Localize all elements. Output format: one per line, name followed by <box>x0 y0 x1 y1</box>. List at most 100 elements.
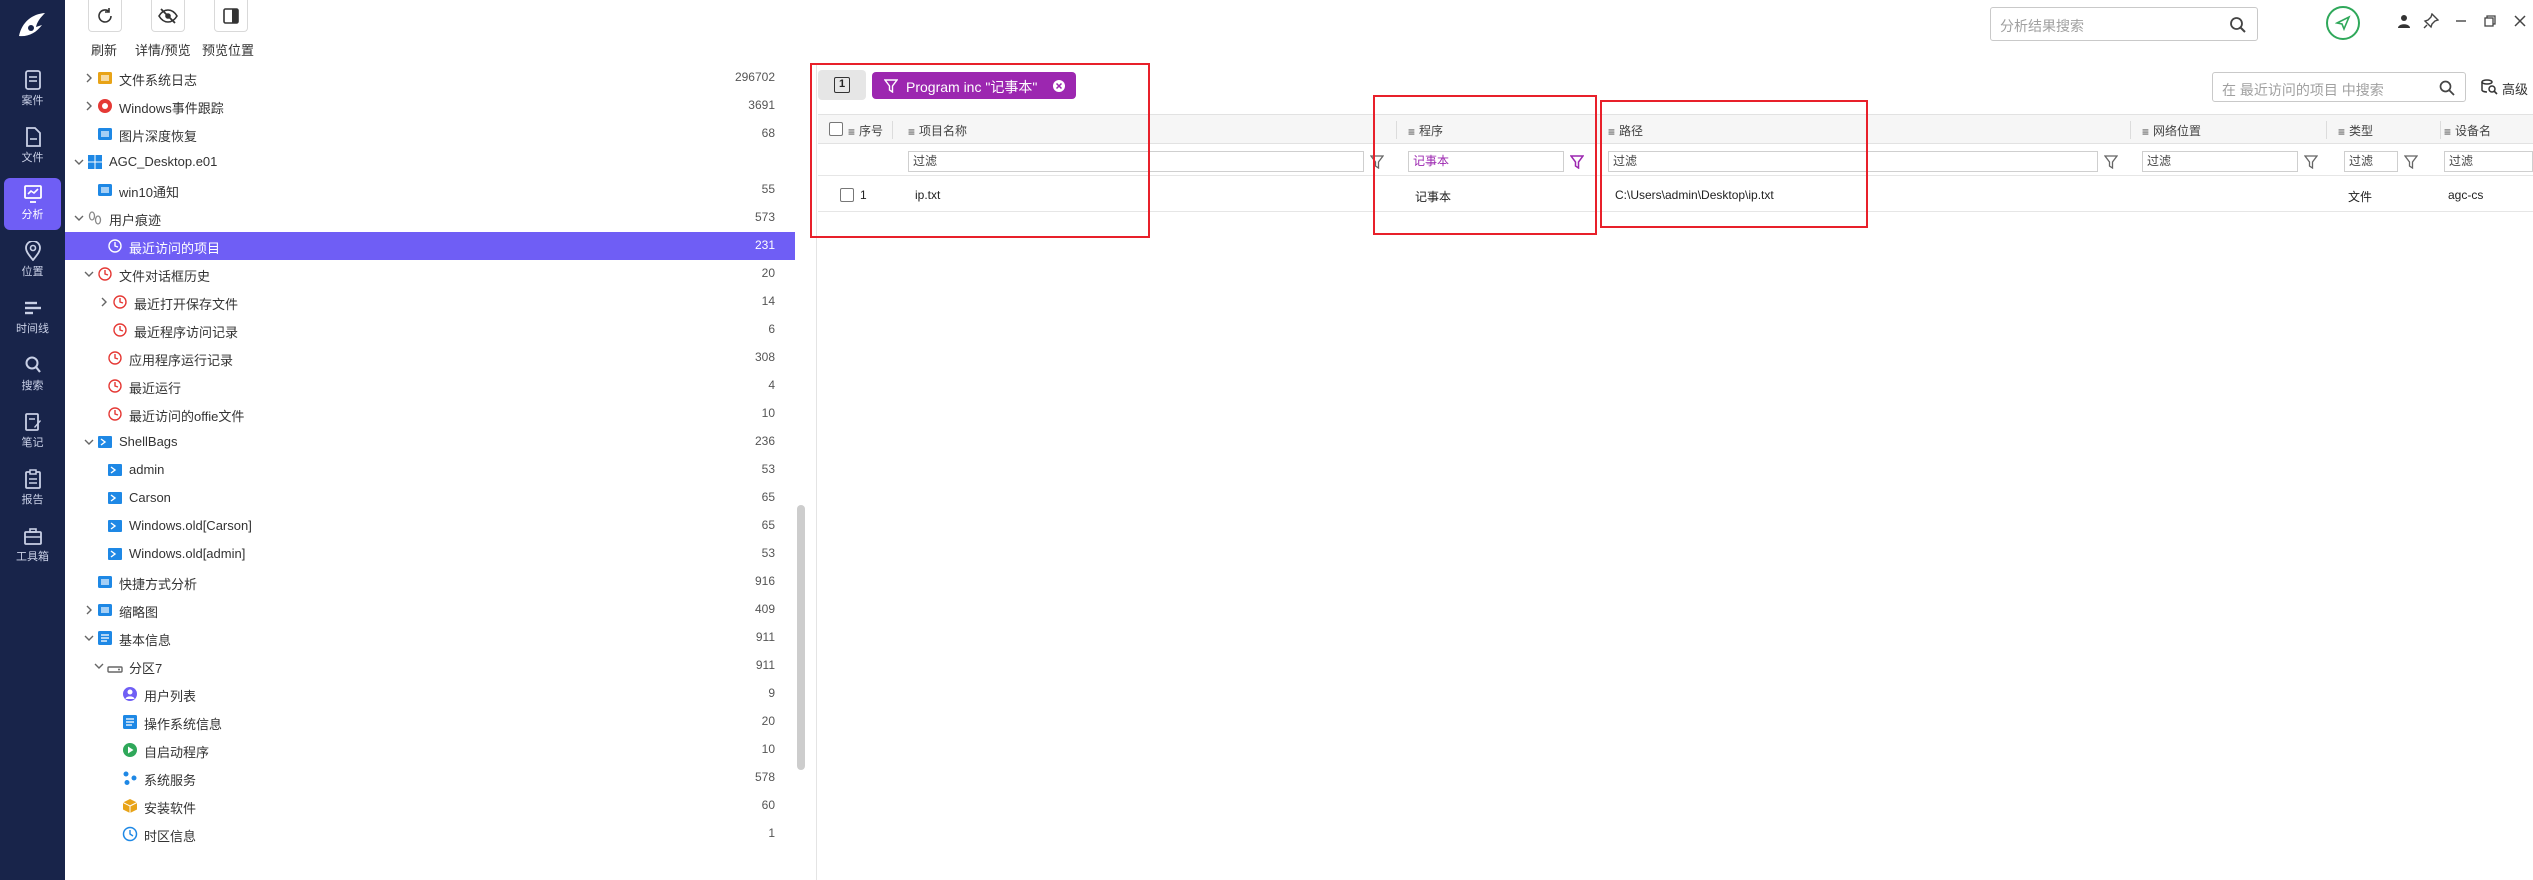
type-filter-input[interactable]: 过滤 <box>2344 151 2398 172</box>
tree-item[interactable]: Windows.old[admin] 53 <box>65 540 795 568</box>
nav-case[interactable]: 案件 <box>4 64 61 116</box>
tree-item[interactable]: 用户列表 9 <box>65 680 795 708</box>
tree-item-count: 296702 <box>734 70 775 84</box>
search-icon[interactable] <box>2229 16 2247 34</box>
chevron-down-icon[interactable] <box>73 156 85 168</box>
minimize-icon[interactable] <box>2453 13 2469 29</box>
chevron-down-icon[interactable] <box>83 436 95 448</box>
tree-item[interactable]: 自启动程序 10 <box>65 736 795 764</box>
search-icon[interactable] <box>2439 80 2455 96</box>
chevron-down-icon[interactable] <box>93 660 105 672</box>
details-preview-button[interactable] <box>151 0 185 32</box>
chevron-right-icon[interactable] <box>83 100 95 112</box>
nav-file[interactable]: 文件 <box>4 121 61 173</box>
tree-item-count: 4 <box>768 378 775 392</box>
filter-icon[interactable] <box>2104 155 2118 169</box>
tree-item-count: 14 <box>761 294 775 308</box>
chevron-down-icon[interactable] <box>73 212 85 224</box>
tree-item-count: 20 <box>761 266 775 280</box>
analysis-search-input[interactable]: 分析结果搜索 <box>1990 7 2258 41</box>
tree-item-label: Carson <box>129 490 171 505</box>
tree-item-label: 文件系统日志 <box>119 73 198 88</box>
tree-item[interactable]: 缩略图 409 <box>65 596 795 624</box>
nav-timeline[interactable]: 时间线 <box>4 292 61 344</box>
tree-item[interactable]: 基本信息 911 <box>65 624 795 652</box>
chevron-right-icon[interactable] <box>83 604 95 616</box>
tree-item[interactable]: Windows.old[Carson] 65 <box>65 512 795 540</box>
chevron-right-icon[interactable] <box>98 296 110 308</box>
column-separator[interactable] <box>2326 121 2327 139</box>
nav-analysis[interactable]: 分析 <box>4 178 61 230</box>
results-search-placeholder: 在 最近访问的项目 中搜索 <box>2222 82 2384 98</box>
tree-item[interactable]: 应用程序运行记录 308 <box>65 344 795 372</box>
tree-item[interactable]: 操作系统信息 20 <box>65 708 795 736</box>
tree-item[interactable]: 图片深度恢复 68 <box>65 120 795 148</box>
nav-notes[interactable]: 笔记 <box>4 406 61 458</box>
tree-item-label: 分区7 <box>129 661 163 676</box>
chevron-right-icon[interactable] <box>83 72 95 84</box>
tree-item[interactable]: 最近程序访问记录 6 <box>65 316 795 344</box>
tree-item[interactable]: 快捷方式分析 916 <box>65 568 795 596</box>
tree-item-count: 55 <box>761 182 775 196</box>
tree-item[interactable]: ShellBags 236 <box>65 428 795 456</box>
tree-item-count: 65 <box>761 490 775 504</box>
tree-item-label: 时区信息 <box>144 829 197 844</box>
nav-location[interactable]: 位置 <box>4 235 61 287</box>
results-search-input[interactable]: 在 最近访问的项目 中搜索 <box>2212 72 2466 102</box>
tree-item[interactable]: 最近访问的项目 231 <box>65 232 795 260</box>
tree-item-count: 10 <box>761 742 775 756</box>
column-header-type[interactable]: ≡ 类型 <box>2338 122 2373 139</box>
shellbags-icon <box>98 436 112 448</box>
tree-item-count: 53 <box>761 462 775 476</box>
tree-item[interactable]: 文件系统日志 296702 <box>65 64 795 92</box>
tree-item[interactable]: 时区信息 1 <box>65 820 795 848</box>
shellbags-icon <box>108 520 122 532</box>
restore-icon[interactable] <box>2482 13 2498 29</box>
close-icon[interactable] <box>2512 13 2528 29</box>
tree-item-label: 系统服务 <box>144 773 197 788</box>
tree-item-count: 3691 <box>748 98 775 112</box>
preview-position-button[interactable] <box>214 0 248 32</box>
tree-item[interactable]: Windows事件跟踪 3691 <box>65 92 795 120</box>
tree-item-count: 10 <box>761 406 775 420</box>
tree-item[interactable]: win10通知 55 <box>65 176 795 204</box>
footprint-icon <box>88 211 102 225</box>
tree-item[interactable]: 分区7 911 <box>65 652 795 680</box>
user-icon[interactable] <box>2396 13 2412 29</box>
tree-item[interactable]: 文件对话框历史 20 <box>65 260 795 288</box>
tree-item[interactable]: AGC_Desktop.e01 <box>65 148 795 176</box>
nav-label: 位置 <box>21 266 44 278</box>
tree-item[interactable]: 最近运行 4 <box>65 372 795 400</box>
column-separator[interactable] <box>2130 121 2131 139</box>
pin-icon[interactable] <box>2423 13 2439 29</box>
column-header-device[interactable]: ≡ 设备名 <box>2444 122 2491 139</box>
tree-item[interactable]: 系统服务 578 <box>65 764 795 792</box>
device-filter-input[interactable]: 过滤 <box>2444 151 2533 172</box>
panel-right-icon <box>223 8 239 24</box>
nav-toolbox[interactable]: 工具箱 <box>4 520 61 572</box>
refresh-button[interactable] <box>88 0 122 32</box>
tree-item[interactable]: 最近访问的offie文件 10 <box>65 400 795 428</box>
tree-item[interactable]: admin 53 <box>65 456 795 484</box>
tree-scrollbar[interactable] <box>797 505 805 770</box>
chevron-down-icon[interactable] <box>83 268 95 280</box>
send-button[interactable] <box>2326 6 2360 40</box>
network-filter-input[interactable]: 过滤 <box>2142 151 2298 172</box>
tree-item-label: 最近打开保存文件 <box>134 297 239 312</box>
column-separator[interactable] <box>2440 121 2441 139</box>
tree-item[interactable]: 用户痕迹 573 <box>65 204 795 232</box>
refresh-label: 刷新 <box>91 43 118 58</box>
chevron-down-icon[interactable] <box>83 632 95 644</box>
tree-item[interactable]: 最近打开保存文件 14 <box>65 288 795 316</box>
nav-report[interactable]: 报告 <box>4 463 61 515</box>
send-icon <box>2335 15 2351 31</box>
tree-item[interactable]: 安装软件 60 <box>65 792 795 820</box>
column-header-network[interactable]: ≡ 网络位置 <box>2142 122 2201 139</box>
tree-item[interactable]: Carson 65 <box>65 484 795 512</box>
filter-icon[interactable] <box>2304 155 2318 169</box>
nav-search[interactable]: 搜索 <box>4 349 61 401</box>
filter-icon[interactable] <box>2404 155 2418 169</box>
install-icon <box>122 799 138 813</box>
shellbags-icon <box>108 492 122 504</box>
tree-item-label: 快捷方式分析 <box>119 577 198 592</box>
